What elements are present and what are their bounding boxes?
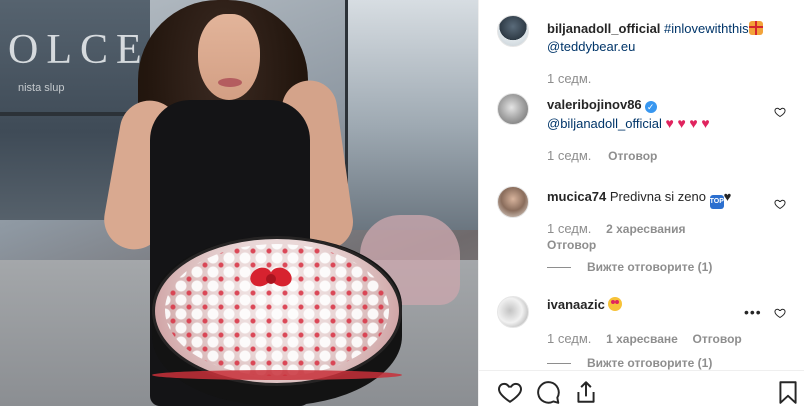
- avatar[interactable]: [497, 186, 529, 218]
- top-emoji-icon: TOP: [709, 195, 724, 209]
- caption-line: biljanadoll_official #inlovewiththis: [547, 20, 763, 38]
- view-replies-label[interactable]: Вижте отговорите (1): [587, 356, 712, 370]
- comment-meta: 1 седм. Отговор: [547, 148, 657, 163]
- comment-username[interactable]: valeribojinov86: [547, 97, 642, 112]
- comment-meta: Отговор: [547, 238, 596, 252]
- comment-text-line: @biljanadoll_official ♥ ♥ ♥ ♥: [547, 114, 710, 133]
- gift-emoji-icon: [748, 21, 763, 35]
- comment-line: ivanaazic: [547, 296, 623, 314]
- comment-line: mucica74 Predivna si zeno TOP♥: [547, 188, 731, 209]
- reply-button[interactable]: Отговор: [693, 332, 742, 346]
- store-sign: OLCE: [8, 27, 150, 73]
- bookmark-icon[interactable]: [775, 379, 801, 405]
- heart-eyes-emoji-icon: [608, 297, 623, 311]
- like-comment-heart-icon[interactable]: [774, 106, 786, 118]
- caption-meta: 1 седм.: [547, 71, 591, 86]
- caption-mention-line: @teddybear.eu: [547, 38, 635, 56]
- comment-meta: 1 седм. 1 харесване Отговор: [547, 331, 742, 346]
- red-heart-emoji-icon: ♥: [665, 115, 674, 131]
- comment-username[interactable]: mucica74: [547, 189, 606, 204]
- red-heart-emoji-icon: ♥: [701, 115, 710, 131]
- view-replies[interactable]: Вижте отговорите (1): [547, 260, 712, 274]
- reply-button[interactable]: Отговор: [608, 149, 657, 163]
- avatar[interactable]: [497, 93, 529, 125]
- red-ribbon-bow: [247, 264, 295, 296]
- comment-mention[interactable]: @biljanadoll_official: [547, 116, 662, 131]
- avatar[interactable]: [497, 15, 529, 47]
- post-photo[interactable]: OLCE nista slup: [0, 0, 478, 406]
- caption-time[interactable]: 1 седм.: [547, 71, 591, 86]
- store-sign-sub: nista slup: [18, 82, 65, 94]
- comment-icon[interactable]: [535, 379, 561, 405]
- woman-face: [198, 14, 260, 100]
- woman-lips: [218, 78, 242, 87]
- post-action-bar: [479, 370, 804, 406]
- comment-username[interactable]: ivanaazic: [547, 297, 605, 312]
- share-icon[interactable]: [573, 379, 599, 405]
- divider: [547, 267, 571, 269]
- comment-time[interactable]: 1 седм.: [547, 148, 591, 163]
- comment-time[interactable]: 1 седм.: [547, 331, 591, 346]
- likes-count[interactable]: 2 харесвания: [606, 222, 685, 236]
- likes-count[interactable]: 1 харесване: [606, 332, 678, 346]
- caption-mention[interactable]: @teddybear.eu: [547, 39, 635, 54]
- like-comment-heart-icon[interactable]: [774, 307, 786, 319]
- red-heart-emoji-icon: ♥: [689, 115, 698, 131]
- divider: [547, 363, 571, 365]
- comments-list[interactable]: biljanadoll_official #inlovewiththis @te…: [479, 0, 804, 370]
- caption-hashtag[interactable]: #inlovewiththis: [664, 21, 749, 36]
- avatar[interactable]: [497, 296, 529, 328]
- box-red-band: [152, 370, 402, 380]
- candies: [165, 244, 389, 376]
- view-replies[interactable]: Вижте отговорите (1): [547, 356, 712, 370]
- background-building: [345, 0, 478, 230]
- comment-time[interactable]: 1 седм.: [547, 221, 591, 236]
- view-replies-label[interactable]: Вижте отговорите (1): [587, 260, 712, 274]
- like-comment-heart-icon[interactable]: [774, 198, 786, 210]
- verified-badge-icon: ✓: [644, 101, 657, 113]
- black-heart-icon: ♥: [723, 189, 732, 204]
- red-heart-emoji-icon: ♥: [677, 115, 686, 131]
- more-options-icon[interactable]: •••: [744, 304, 762, 320]
- reply-button[interactable]: Отговор: [547, 238, 596, 252]
- comments-panel: biljanadoll_official #inlovewiththis @te…: [478, 0, 804, 406]
- comment-meta: 1 седм. 2 харесвания: [547, 221, 686, 236]
- caption-username[interactable]: biljanadoll_official: [547, 21, 660, 36]
- heart-icon[interactable]: [497, 379, 523, 405]
- comment-text: Predivna si zeno: [609, 189, 707, 204]
- comment-line: valeribojinov86 ✓: [547, 96, 657, 114]
